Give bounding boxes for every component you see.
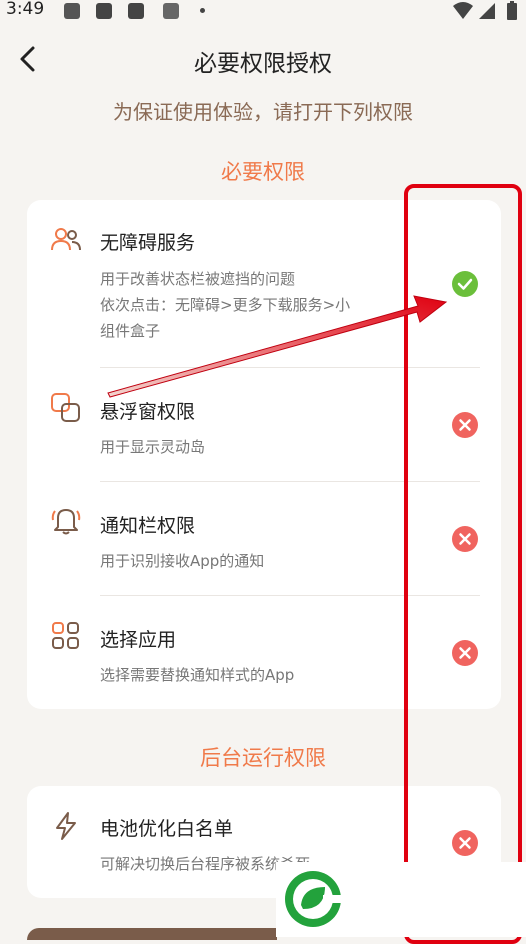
app-notification-icon [96,3,112,19]
permission-row-accessibility[interactable]: 无障碍服务 用于改善状态栏被遮挡的问题 依次点击：无障碍>更多下载服务>小 组件… [27,200,501,367]
lightning-icon [56,812,76,840]
more-notifications-icon [200,8,205,13]
permission-description: 用于改善状态栏被遮挡的问题 依次点击：无障碍>更多下载服务>小 组件盒子 [100,270,351,340]
apps-grid-icon [52,622,79,649]
permission-row-select-apps[interactable]: 选择应用 选择需要替换通知样式的App [27,596,501,709]
permission-row-overlay[interactable]: 悬浮窗权限 用于显示灵动岛 [27,368,501,481]
notification-a-icon [163,3,179,19]
permission-row-notification[interactable]: 通知栏权限 用于识别接收App的通知 [27,482,501,595]
permission-description: 用于识别接收App的通知 [100,552,265,570]
denied-x-icon[interactable] [452,526,478,552]
users-icon [51,228,81,251]
page-title: 必要权限授权 [194,51,332,77]
required-permissions-card: 无障碍服务 用于改善状态栏被遮挡的问题 依次点击：无障碍>更多下载服务>小 组件… [27,200,501,709]
permission-title: 无障碍服务 [100,232,196,254]
denied-x-icon[interactable] [452,830,478,856]
section-title-required: 必要权限 [221,160,305,184]
page-subtitle: 为保证使用体验，请打开下列权限 [113,100,413,124]
denied-x-icon[interactable] [452,640,478,666]
leaf-logo-icon [285,871,343,927]
denied-x-icon[interactable] [452,412,478,438]
battery-icon [507,1,517,20]
granted-check-icon[interactable] [452,271,478,297]
permission-title: 电池优化白名单 [100,818,234,840]
bell-icon [51,509,81,535]
permission-description: 选择需要替换通知样式的App [100,666,295,684]
permission-title: 悬浮窗权限 [100,401,196,423]
permission-title: 通知栏权限 [100,515,196,537]
wifi-icon [453,2,473,19]
bottom-action-bar[interactable] [27,928,277,940]
overlay-window-icon [51,393,80,422]
permission-description: 用于显示灵动岛 [100,438,206,456]
app-notification-icon [128,3,144,19]
section-title-background: 后台运行权限 [200,746,326,770]
gallery-icon [64,3,80,19]
permission-title: 选择应用 [100,629,177,651]
status-bar: 3:49 [0,0,526,22]
cellular-signal-icon [479,3,495,19]
status-time: 3:49 [6,0,45,19]
